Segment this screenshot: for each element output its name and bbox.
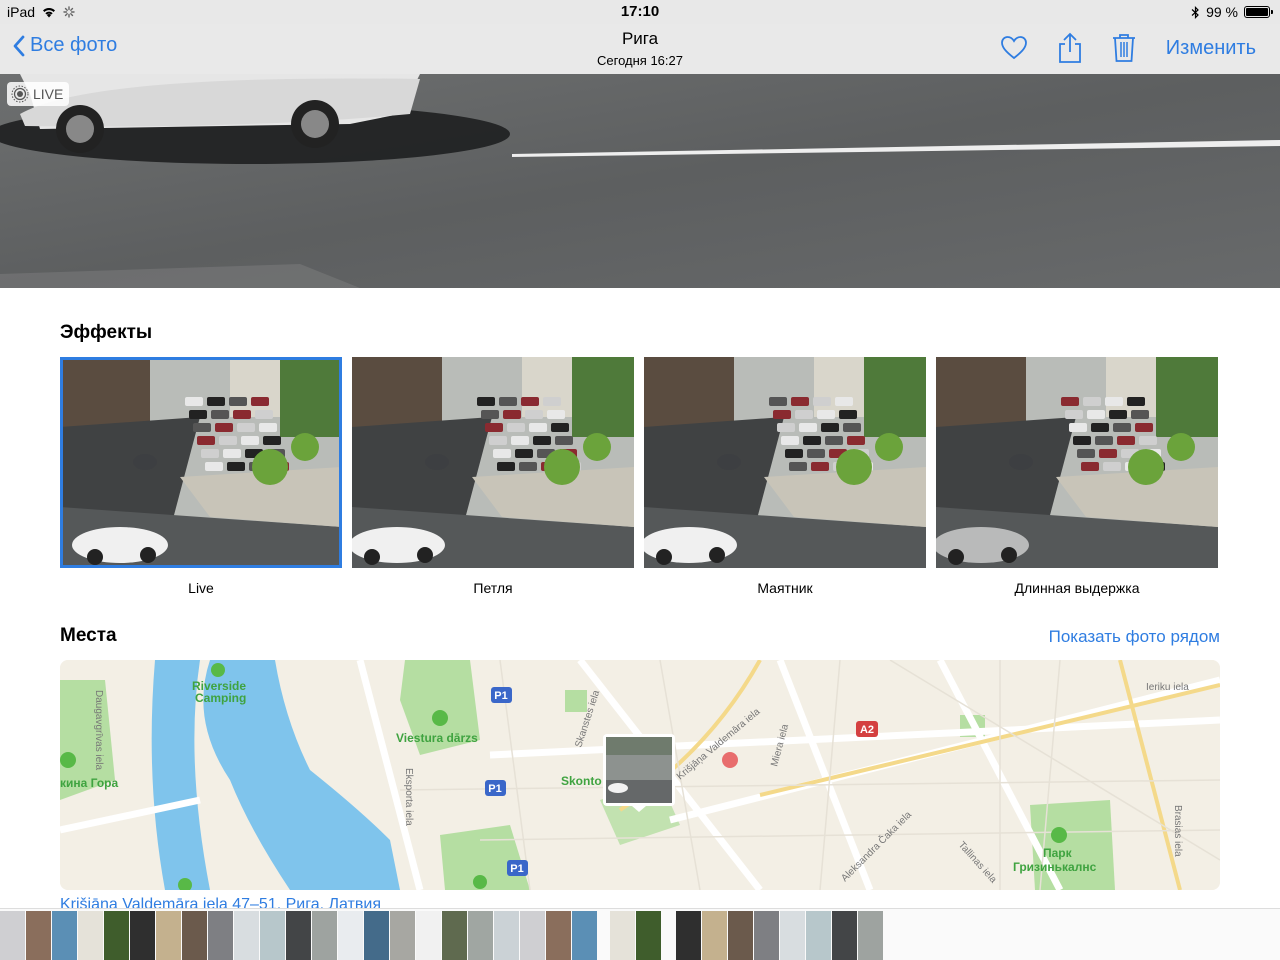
map-street-label: Daugavgrīvas iela <box>93 690 104 770</box>
filmstrip-thumbnail[interactable] <box>104 911 129 960</box>
filmstrip-thumbnail[interactable] <box>312 911 337 960</box>
filmstrip-thumbnail[interactable] <box>728 911 753 960</box>
map-label: Skonto <box>561 774 602 788</box>
filmstrip-thumbnail[interactable] <box>858 911 883 960</box>
effect-label: Маятник <box>757 580 813 596</box>
status-bar: iPad 17:10 99 % <box>0 0 1280 24</box>
effect-thumbnail <box>60 357 342 568</box>
filmstrip-thumbnail[interactable] <box>546 911 571 960</box>
effect-thumbnail <box>644 357 926 568</box>
filmstrip-thumbnail[interactable] <box>364 911 389 960</box>
live-badge[interactable]: LIVE <box>7 82 70 106</box>
filmstrip-thumbnail[interactable] <box>416 911 441 960</box>
filmstrip-thumbnail[interactable] <box>780 911 805 960</box>
nav-actions: Изменить <box>1000 32 1256 64</box>
filmstrip-thumbnail[interactable] <box>390 911 415 960</box>
filmstrip-thumbnail[interactable] <box>52 911 77 960</box>
map-street-label: Eksporta iela <box>403 768 414 826</box>
navigation-bar: Все фото Рига Сегодня 16:27 Изменить <box>0 24 1280 74</box>
effect-thumbnail <box>936 357 1218 568</box>
filmstrip-thumbnail[interactable] <box>182 911 207 960</box>
live-photo-icon <box>11 85 29 103</box>
battery-level <box>1246 8 1268 16</box>
filmstrip-thumbnail[interactable] <box>442 911 467 960</box>
filmstrip-thumbnail[interactable] <box>26 911 51 960</box>
filmstrip-thumbnail[interactable] <box>338 911 363 960</box>
filmstrip-thumbnail[interactable] <box>130 911 155 960</box>
share-icon[interactable] <box>1058 32 1082 64</box>
map-label: Гризинькалнс <box>1013 860 1097 874</box>
trash-icon[interactable] <box>1112 33 1136 63</box>
filmstrip-thumbnail[interactable] <box>234 911 259 960</box>
effect-live[interactable]: Live <box>60 357 342 596</box>
map-label: Парк <box>1043 846 1073 860</box>
map-route-a2: A2 <box>860 724 874 736</box>
filmstrip-thumbnail[interactable] <box>754 911 779 960</box>
clock: 17:10 <box>620 3 660 20</box>
location-map[interactable]: P1 P1 P1 A2 Riverside Camping Viestura d… <box>60 660 1220 890</box>
filmstrip-thumbnail[interactable] <box>286 911 311 960</box>
filmstrip-thumbnail[interactable] <box>468 911 493 960</box>
map-label: Viestura dārzs <box>396 731 478 745</box>
effect-label: Петля <box>473 580 513 596</box>
map-canvas: P1 P1 P1 A2 Riverside Camping Viestura d… <box>60 660 1220 890</box>
show-nearby-photos-link[interactable]: Показать фото рядом <box>1049 627 1220 647</box>
bluetooth-icon <box>1191 5 1199 19</box>
effect-long-exposure[interactable]: Длинная выдержка <box>936 357 1218 596</box>
filmstrip-thumbnail[interactable] <box>520 911 545 960</box>
map-route-p1: P1 <box>510 863 523 875</box>
effects-list: Live Петля Маятник Длинная выдержка <box>60 357 1220 597</box>
filmstrip-thumbnail[interactable] <box>636 911 661 960</box>
map-street-label: Brasias iela <box>1172 805 1183 857</box>
filmstrip-thumbnail[interactable] <box>610 911 635 960</box>
map-photo-pin[interactable] <box>603 734 675 812</box>
filmstrip-thumbnail[interactable] <box>260 911 285 960</box>
filmstrip-thumbnail[interactable] <box>806 911 831 960</box>
heart-icon[interactable] <box>1000 35 1028 61</box>
filmstrip-thumbnail[interactable] <box>0 911 25 960</box>
filmstrip-thumbnail[interactable] <box>702 911 727 960</box>
effect-label: Длинная выдержка <box>1014 580 1140 596</box>
photo-filmstrip[interactable] <box>0 908 1280 960</box>
main-photo[interactable]: LIVE <box>0 74 1280 288</box>
filmstrip-thumbnail[interactable] <box>832 911 857 960</box>
filmstrip-thumbnail[interactable] <box>156 911 181 960</box>
map-label: кина Гора <box>60 776 119 790</box>
filmstrip-thumbnail[interactable] <box>572 911 597 960</box>
map-route-p1: P1 <box>488 783 501 795</box>
edit-button[interactable]: Изменить <box>1166 37 1256 60</box>
effect-label: Live <box>188 580 214 596</box>
filmstrip-thumbnail[interactable] <box>78 911 103 960</box>
filmstrip-thumbnail[interactable] <box>494 911 519 960</box>
battery-percent: 99 % <box>1206 4 1238 20</box>
effect-thumbnail <box>352 357 634 568</box>
filmstrip-thumbnail[interactable] <box>676 911 701 960</box>
photo-image <box>0 74 1280 288</box>
map-route-p1: P1 <box>494 690 507 702</box>
map-street-label: Ieriku iela <box>1146 682 1189 693</box>
battery-icon <box>1244 6 1273 18</box>
effects-title: Эффекты <box>60 322 153 343</box>
effect-loop[interactable]: Петля <box>352 357 634 596</box>
effect-bounce[interactable]: Маятник <box>644 357 926 596</box>
map-label: Camping <box>195 691 246 705</box>
filmstrip-thumbnail[interactable] <box>208 911 233 960</box>
live-badge-label: LIVE <box>33 86 64 102</box>
places-title: Места <box>60 625 117 646</box>
